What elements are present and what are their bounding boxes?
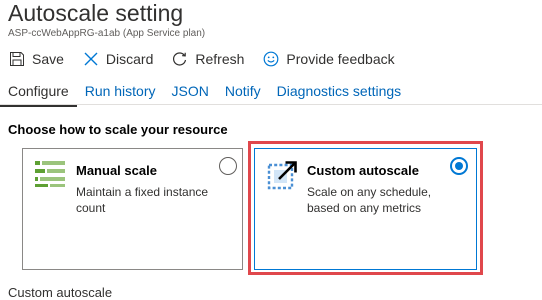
section-heading: Choose how to scale your resource xyxy=(8,122,228,137)
manual-scale-title: Manual scale xyxy=(76,163,157,178)
page-subtitle: ASP-ccWebAppRG-a1ab (App Service plan) xyxy=(8,28,206,39)
save-label: Save xyxy=(32,51,64,67)
discard-button[interactable]: Discard xyxy=(82,50,153,68)
refresh-label: Refresh xyxy=(195,51,245,67)
manual-scale-radio[interactable] xyxy=(219,157,237,175)
manual-scale-option[interactable]: Manual scale Maintain a fixed instance c… xyxy=(22,148,243,270)
discard-label: Discard xyxy=(105,51,154,67)
close-icon xyxy=(82,50,100,68)
smiley-icon xyxy=(262,50,280,68)
toolbar: Save Discard Refresh Provide feedback xyxy=(8,46,413,72)
highlight-frame xyxy=(248,141,483,275)
refresh-icon xyxy=(171,50,189,68)
manual-scale-icon xyxy=(35,160,65,193)
provide-feedback-label: Provide feedback xyxy=(286,51,395,67)
manual-scale-description: Maintain a fixed instance count xyxy=(76,185,209,215)
refresh-button[interactable]: Refresh xyxy=(171,50,244,68)
tab-divider xyxy=(0,104,542,105)
save-button[interactable]: Save xyxy=(8,50,64,68)
provide-feedback-button[interactable]: Provide feedback xyxy=(262,50,395,68)
page-title: Autoscale setting xyxy=(8,0,184,26)
save-icon xyxy=(8,50,26,68)
